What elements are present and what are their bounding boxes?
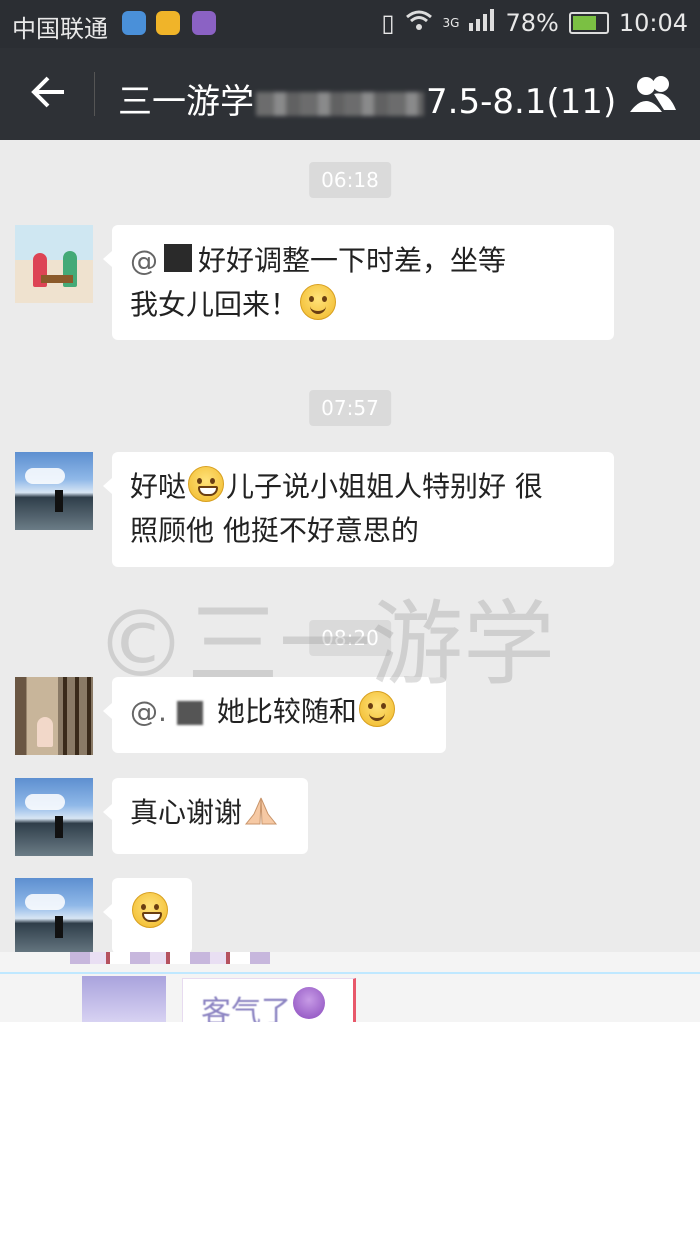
praying-hands-emoji-icon	[244, 797, 278, 825]
carrier-name: 中国联通	[12, 15, 108, 43]
avatar[interactable]	[15, 452, 93, 530]
battery-icon	[568, 12, 609, 34]
message-text: 好好调整一下时差，坐等	[198, 244, 507, 277]
battery-percent: 78%	[505, 9, 559, 37]
timestamp: 06:18	[309, 162, 391, 198]
redacted-title-blur	[256, 91, 424, 116]
message-bubble[interactable]: @. 她比较随和	[103, 677, 446, 753]
redacted-name	[164, 244, 192, 272]
message-text: 好哒	[130, 470, 187, 503]
avatar[interactable]	[15, 878, 93, 952]
group-members-icon[interactable]	[624, 72, 680, 116]
network-type: 3G	[442, 16, 460, 30]
message-bubble[interactable]: 真心谢谢	[103, 778, 308, 854]
wifi-icon	[405, 9, 433, 37]
avatar	[82, 976, 166, 1022]
avatar[interactable]	[15, 225, 93, 303]
grin-emoji-icon	[132, 892, 168, 928]
grin-emoji-icon	[188, 466, 225, 502]
avatar[interactable]	[15, 778, 93, 856]
chat-area[interactable]: 06:18 @ 好好调整一下时差，坐等 我女儿回来！ 07:57 好哒 儿子说小姐姐…	[0, 140, 700, 952]
game-notification-icon	[156, 11, 180, 35]
message-text: 照顾他 他挺不好意思的	[130, 514, 419, 547]
mention: @	[130, 244, 158, 277]
timestamp: 08:20	[309, 620, 391, 656]
chat-title: 三一游学 7.5-8.1(11)	[118, 74, 616, 123]
message-text: 她比较随和	[216, 695, 357, 728]
emoji-icon	[293, 987, 325, 1019]
chat-header: 三一游学 7.5-8.1(11)	[0, 48, 700, 140]
message-bubble[interactable]: 好哒 儿子说小姐姐人特别好 很 照顾他 他挺不好意思的	[103, 452, 614, 567]
vibrate-icon: ▯	[381, 9, 395, 37]
header-divider	[94, 72, 95, 116]
message-text: 真心谢谢	[130, 796, 243, 829]
chat-title-prefix: 三一游学	[118, 82, 254, 122]
message-text: 客气了	[201, 995, 291, 1022]
status-bar: 中国联通 ▯ 3G 78% 10:04	[0, 0, 700, 48]
smile-emoji-icon	[300, 284, 337, 320]
timestamp: 07:57	[309, 390, 391, 426]
corrupted-message-row: 客气了	[0, 952, 700, 1022]
status-indicators: ▯ 3G 78% 10:04	[381, 9, 688, 37]
message-bubble: 客气了	[182, 978, 356, 1022]
back-arrow-icon[interactable]	[28, 70, 68, 114]
message-bubble[interactable]: @ 好好调整一下时差，坐等 我女儿回来！	[103, 225, 614, 340]
gallery-notification-icon	[192, 11, 216, 35]
avatar[interactable]	[15, 677, 93, 755]
message-text: 我女儿回来！	[130, 288, 299, 321]
app-notification-icon	[122, 11, 146, 35]
redacted-name	[176, 701, 203, 725]
blush-emoji-icon	[358, 691, 395, 727]
clock: 10:04	[618, 9, 688, 37]
message-bubble[interactable]	[103, 878, 192, 952]
mention: @.	[130, 695, 167, 728]
message-text: 儿子说小姐姐人特别好 很	[226, 470, 543, 503]
signal-icon	[469, 9, 495, 37]
battery-level	[572, 16, 597, 30]
chat-title-suffix: 7.5-8.1(11)	[426, 82, 617, 122]
